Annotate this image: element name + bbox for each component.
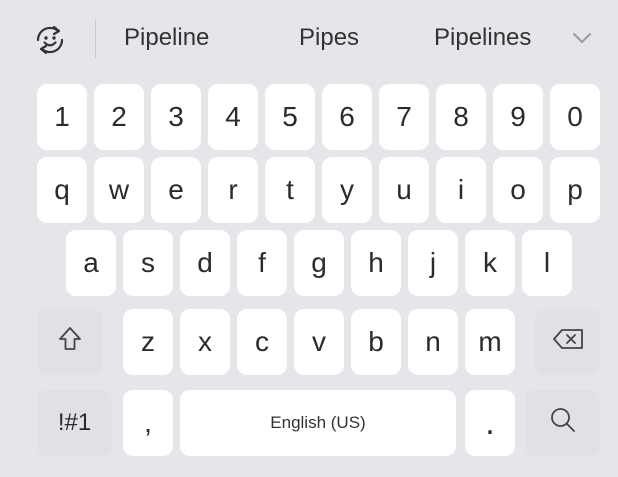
key-u[interactable]: u [379, 157, 429, 223]
symbols-key[interactable]: !#1 [37, 390, 112, 456]
key-6[interactable]: 6 [322, 84, 372, 150]
suggestion-2[interactable]: Pipes [299, 24, 359, 52]
key-m[interactable]: m [465, 309, 515, 375]
key-3[interactable]: 3 [151, 84, 201, 150]
key-b[interactable]: b [351, 309, 401, 375]
search-key[interactable] [525, 390, 600, 456]
key-t[interactable]: t [265, 157, 315, 223]
key-1[interactable]: 1 [37, 84, 87, 150]
key-e[interactable]: e [151, 157, 201, 223]
key-8[interactable]: 8 [436, 84, 486, 150]
key-g[interactable]: g [294, 230, 344, 296]
key-z[interactable]: z [123, 309, 173, 375]
key-x[interactable]: x [180, 309, 230, 375]
key-5[interactable]: 5 [265, 84, 315, 150]
suggestion-3[interactable]: Pipelines [434, 24, 531, 52]
suggestion-bar: Pipeline Pipes Pipelines [0, 0, 618, 78]
key-s[interactable]: s [123, 230, 173, 296]
key-k[interactable]: k [465, 230, 515, 296]
key-4[interactable]: 4 [208, 84, 258, 150]
emoji-icon[interactable] [30, 20, 70, 60]
period-key[interactable]: . [465, 390, 515, 456]
search-icon [548, 405, 578, 442]
backspace-key[interactable] [535, 309, 600, 375]
key-p[interactable]: p [550, 157, 600, 223]
key-j[interactable]: j [408, 230, 458, 296]
space-bar[interactable]: English (US) [180, 390, 456, 456]
key-w[interactable]: w [94, 157, 144, 223]
key-c[interactable]: c [237, 309, 287, 375]
suggestion-1[interactable]: Pipeline [124, 24, 209, 52]
key-h[interactable]: h [351, 230, 401, 296]
suggestion-divider [95, 20, 96, 58]
key-d[interactable]: d [180, 230, 230, 296]
key-y[interactable]: y [322, 157, 372, 223]
key-2[interactable]: 2 [94, 84, 144, 150]
space-bar-label: English (US) [270, 413, 366, 432]
key-o[interactable]: o [493, 157, 543, 223]
key-q[interactable]: q [37, 157, 87, 223]
key-n[interactable]: n [408, 309, 458, 375]
symbols-key-label: !#1 [57, 409, 92, 436]
key-9[interactable]: 9 [493, 84, 543, 150]
key-i[interactable]: i [436, 157, 486, 223]
key-f[interactable]: f [237, 230, 287, 296]
shift-key[interactable] [37, 309, 102, 375]
key-a[interactable]: a [66, 230, 116, 296]
key-0[interactable]: 0 [550, 84, 600, 150]
key-l[interactable]: l [522, 230, 572, 296]
key-v[interactable]: v [294, 309, 344, 375]
keyboard: 1 2 3 4 5 6 7 8 9 0 q w e r t y u i o p … [0, 78, 618, 477]
chevron-down-icon[interactable] [570, 28, 594, 48]
backspace-icon [551, 326, 585, 358]
comma-key[interactable]: , [123, 390, 173, 456]
key-r[interactable]: r [208, 157, 258, 223]
shift-icon [57, 325, 83, 360]
key-7[interactable]: 7 [379, 84, 429, 150]
